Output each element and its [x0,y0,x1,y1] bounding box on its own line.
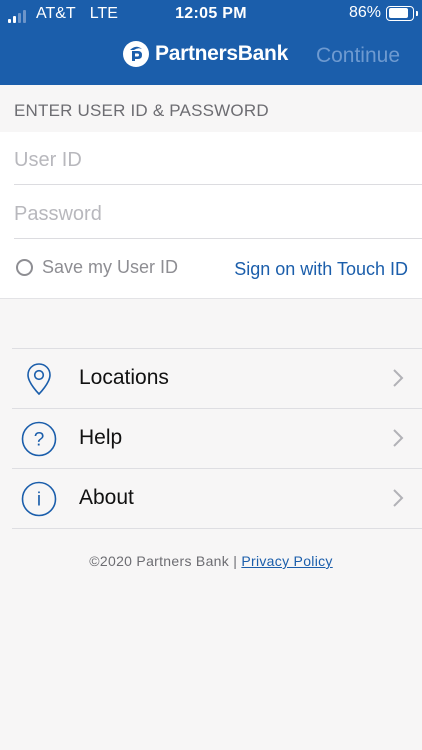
field-divider [14,184,422,185]
battery-icon [386,5,418,21]
chevron-right-icon [393,369,404,387]
brand-logo: PartnersBank [123,41,288,67]
touch-id-sign-on-link[interactable]: Sign on with Touch ID [234,259,408,280]
menu-item-label: Locations [79,366,169,389]
menu-item-help[interactable]: ? Help [12,408,422,468]
menu-item-about[interactable]: i About [12,468,422,529]
menu-item-locations[interactable]: Locations [12,348,422,408]
save-user-id-label: Save my User ID [42,257,179,277]
footer: ©2020 Partners Bank | Privacy Policy [0,553,422,569]
login-section-title: ENTER USER ID & PASSWORD [14,101,269,120]
login-form: Save my User ID Sign on with Touch ID [0,132,422,299]
status-bar: AT&T LTE 12:05 PM 86% [0,0,422,28]
save-user-id-toggle[interactable]: Save my User ID [16,257,178,278]
question-circle-icon: ? [21,421,57,457]
location-pin-icon [27,363,51,396]
info-menu: Locations ? Help i About [0,348,422,529]
chevron-right-icon [393,489,404,507]
menu-item-label: Help [79,426,123,449]
menu-item-label: About [79,486,134,509]
password-input[interactable] [14,188,422,240]
user-id-input[interactable] [14,134,422,186]
radio-button-icon[interactable] [16,259,33,276]
svg-text:?: ? [34,430,45,451]
field-divider [14,238,422,239]
svg-text:i: i [37,490,41,511]
battery-percent: 86% [348,4,381,21]
app-header: AT&T LTE 12:05 PM 86% PartnersBank Conti… [0,0,422,85]
brand-name: PartnersBank [155,42,288,65]
privacy-policy-link[interactable]: Privacy Policy [241,553,332,569]
continue-button[interactable]: Continue [316,44,400,68]
battery-status: 86% [348,4,418,22]
info-circle-icon: i [21,481,57,517]
chevron-right-icon [393,429,404,447]
partners-bank-logo-icon [123,41,149,67]
copyright-text: ©2020 Partners Bank | [89,553,238,569]
